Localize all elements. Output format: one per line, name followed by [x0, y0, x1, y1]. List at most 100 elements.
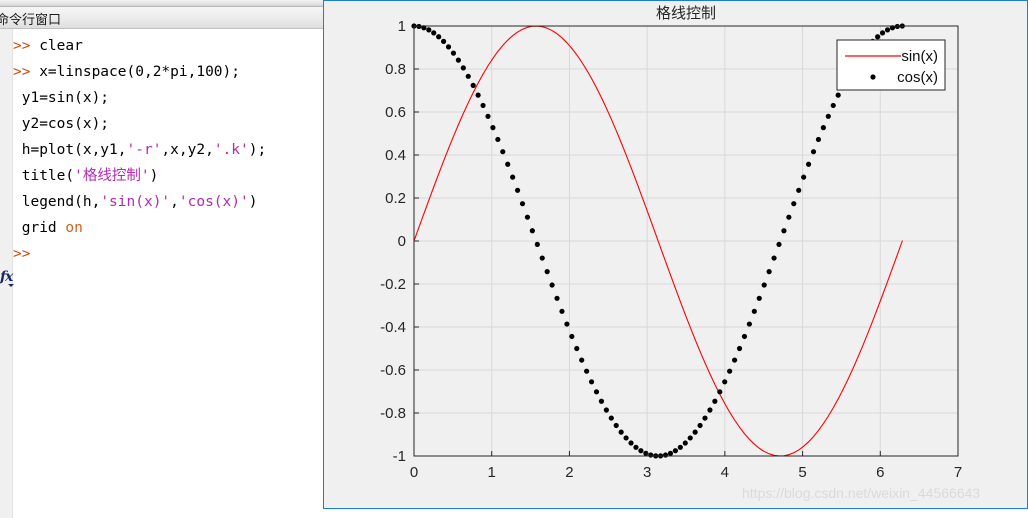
cos-marker — [579, 357, 585, 363]
cos-marker — [672, 448, 679, 454]
x-tick-label: 6 — [876, 464, 884, 481]
cos-marker — [450, 50, 457, 56]
cos-marker — [500, 149, 506, 155]
cos-marker — [820, 125, 826, 131]
command-window-tabstrip[interactable]: 命令行窗口 — [0, 7, 323, 29]
cos-marker — [623, 435, 629, 441]
cos-marker — [756, 295, 762, 301]
cos-marker — [736, 345, 743, 352]
cos-marker — [633, 444, 639, 450]
chevron-down-icon[interactable] — [8, 284, 14, 287]
x-tick-label: 3 — [643, 464, 651, 481]
y-tick-label: -0.4 — [380, 319, 406, 336]
cos-marker — [796, 187, 802, 193]
code-token: on — [65, 220, 83, 236]
x-tick-label: 4 — [721, 464, 729, 481]
code-token: title( — [13, 168, 75, 184]
code-token: >> — [13, 246, 31, 262]
code-token: h=plot(x,y1, — [13, 142, 127, 158]
legend-label-cos: cos(x) — [897, 69, 938, 86]
code-token: ); — [248, 142, 267, 158]
cos-marker — [569, 333, 575, 340]
command-line: legend(h,'sin(x)','cos(x)') — [13, 194, 258, 210]
cos-marker — [534, 241, 540, 248]
y-tick-label: 0.4 — [385, 147, 406, 164]
cos-marker — [638, 448, 644, 454]
code-token: legend(h, — [13, 194, 101, 210]
plot-legend[interactable]: sin(x) cos(x) — [836, 39, 946, 91]
y-tick-label: -1 — [393, 448, 406, 465]
code-token: '-r' — [126, 142, 162, 158]
cos-marker — [722, 379, 728, 385]
code-token: ) — [149, 168, 159, 184]
cos-marker — [692, 429, 698, 435]
cos-marker — [554, 295, 560, 301]
cos-marker — [495, 136, 501, 143]
cos-marker — [470, 82, 476, 88]
cos-marker — [781, 228, 787, 234]
y-tick-label: 0.2 — [385, 190, 406, 207]
cos-marker — [603, 407, 609, 413]
cos-marker — [766, 269, 772, 275]
cos-marker — [628, 440, 634, 446]
cos-marker — [761, 282, 767, 288]
window-titlebar — [0, 0, 323, 7]
cos-marker — [791, 201, 797, 207]
cos-marker — [460, 65, 466, 71]
code-token: 'cos(x)' — [178, 194, 249, 210]
cos-marker — [440, 38, 447, 45]
code-token: 'sin(x)' — [100, 194, 171, 210]
cos-marker — [677, 444, 683, 450]
code-token: y1=sin(x); — [13, 90, 110, 106]
code-token: x=linspace(0,2*pi,100); — [39, 64, 240, 80]
y-tick-label: 0.8 — [385, 61, 406, 78]
cos-marker — [825, 113, 831, 119]
y-tick-label: -0.8 — [380, 405, 406, 422]
cos-marker — [480, 102, 486, 109]
code-token: '格线控制' — [74, 168, 150, 184]
cos-marker — [712, 398, 718, 404]
code-token: '.k' — [213, 142, 249, 158]
cos-marker — [529, 228, 535, 234]
cos-marker — [426, 27, 432, 33]
cos-marker — [830, 102, 836, 109]
command-line: >> — [13, 247, 30, 262]
command-line: >> x=linspace(0,2*pi,100); — [13, 65, 240, 80]
command-window-text-area[interactable]: >> clear >> x=linspace(0,2*pi,100); y1=si… — [0, 29, 323, 518]
cos-marker — [875, 34, 881, 40]
cos-marker — [776, 241, 782, 248]
legend-swatch-cos — [870, 74, 876, 80]
cos-marker — [539, 255, 545, 261]
cos-marker — [519, 201, 526, 207]
cos-marker — [475, 92, 481, 98]
y-tick-label: 1 — [398, 18, 406, 35]
code-token: grid — [13, 220, 66, 236]
cos-marker — [598, 398, 605, 404]
cos-marker — [431, 30, 437, 36]
cos-marker — [771, 255, 777, 261]
code-token: >> — [13, 64, 40, 80]
tab-command-window[interactable]: 命令行窗口 — [0, 9, 61, 28]
command-line: h=plot(x,y1,'-r',x,y2,'.k'); — [13, 143, 266, 158]
command-line: y1=sin(x); — [13, 91, 109, 106]
cos-marker — [559, 308, 565, 314]
plot-canvas: 0 1 2 3 4 5 6 7 1 0.8 0.6 0.4 0.2 0 -0.2 -0.4 -0.6 -0.8 -… — [324, 1, 1027, 508]
cos-marker — [662, 452, 669, 458]
cos-marker — [801, 174, 807, 180]
cos-marker — [524, 214, 531, 220]
code-token: >> — [13, 38, 40, 54]
x-tick-label: 5 — [798, 464, 806, 481]
cos-marker — [574, 345, 580, 352]
y-tick-label: -0.2 — [380, 276, 406, 293]
cos-marker — [732, 357, 738, 363]
code-token: y2=cos(x); — [13, 116, 110, 132]
cos-marker — [514, 187, 521, 193]
cos-marker — [697, 422, 703, 429]
x-tick-label: 7 — [954, 464, 962, 481]
cos-marker — [549, 282, 555, 288]
cos-marker — [682, 440, 688, 446]
cos-marker — [465, 73, 471, 79]
cos-marker — [751, 308, 757, 314]
cos-marker — [588, 379, 595, 385]
command-line: y2=cos(x); — [13, 117, 109, 132]
